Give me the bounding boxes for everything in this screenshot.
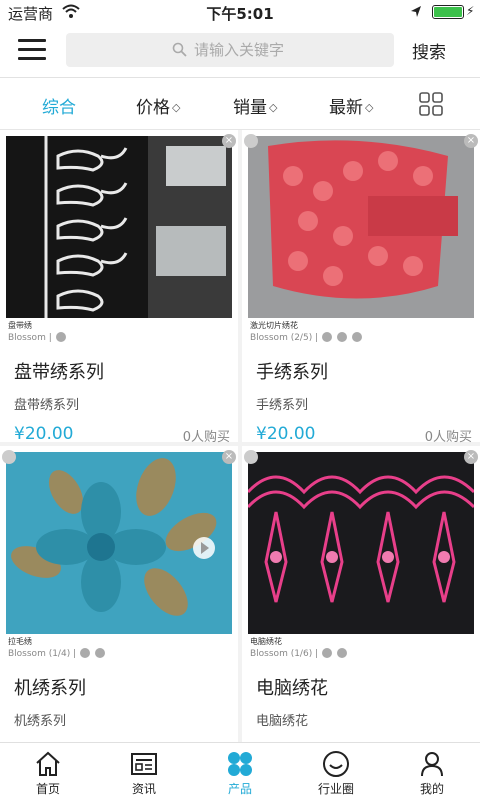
tab-industry[interactable]: 行业圈 bbox=[288, 743, 384, 801]
image-credit: Blossom | bbox=[8, 332, 67, 343]
sort-arrow-icon: ◇ bbox=[365, 101, 374, 114]
tab-products[interactable]: 产品 bbox=[192, 743, 288, 801]
clock: 下午5:01 bbox=[206, 5, 274, 23]
sold-count: 0人购买 bbox=[182, 430, 230, 445]
embroidery-photo bbox=[248, 136, 474, 318]
close-icon[interactable]: × bbox=[464, 134, 478, 148]
sort-label: 价格 bbox=[136, 98, 170, 118]
charging-icon: ⚡ bbox=[466, 4, 475, 18]
tab-label: 首页 bbox=[35, 782, 60, 796]
next-icon[interactable] bbox=[351, 332, 362, 342]
bottom-tab-bar: 首页 资讯 产品 行业圈 我的 bbox=[0, 742, 480, 800]
product-title: 机绣系列 bbox=[14, 678, 86, 699]
top-nav: 搜索 bbox=[0, 24, 480, 78]
tab-label: 行业圈 bbox=[317, 782, 354, 796]
search-button[interactable]: 搜索 bbox=[412, 38, 446, 63]
grid-view-icon[interactable] bbox=[419, 92, 443, 116]
product-subtitle: 手绣系列 bbox=[256, 398, 309, 413]
product-image: × 拉毛绣 Blossom (1/4) | bbox=[0, 446, 238, 668]
tab-label: 资讯 bbox=[131, 782, 156, 796]
sold-count: 0人购买 bbox=[424, 430, 472, 445]
sort-arrow-icon: ◇ bbox=[172, 101, 181, 114]
search-input[interactable] bbox=[194, 33, 384, 67]
embroidery-photo bbox=[6, 136, 232, 318]
sort-comprehensive[interactable]: 综合 bbox=[42, 93, 76, 118]
image-caption: 电脑绣花 bbox=[250, 637, 282, 646]
close-icon[interactable]: × bbox=[464, 450, 478, 464]
close-icon[interactable]: × bbox=[222, 134, 236, 148]
image-caption: 激光切片绣花 bbox=[250, 321, 298, 330]
play-icon[interactable] bbox=[2, 450, 16, 464]
product-title: 盘带绣系列 bbox=[14, 362, 104, 383]
product-subtitle: 盘带绣系列 bbox=[14, 398, 80, 413]
product-subtitle: 机绣系列 bbox=[14, 714, 67, 729]
product-image: × 盘带绣 Blossom | bbox=[0, 130, 238, 352]
image-caption: 拉毛绣 bbox=[8, 637, 32, 646]
next-icon[interactable] bbox=[94, 648, 105, 658]
sort-sales[interactable]: 销量 ◇ bbox=[233, 93, 277, 118]
location-arrow-icon bbox=[411, 6, 421, 17]
sort-bar: 综合 价格 ◇ 销量 ◇ 最新 ◇ bbox=[0, 78, 480, 130]
product-image: × 激光切片绣花 Blossom (2/5) | bbox=[242, 130, 480, 352]
info-icon bbox=[321, 332, 332, 342]
info-icon bbox=[55, 332, 66, 342]
product-card[interactable]: × 激光切片绣花 Blossom (2/5) | 手绣系列 手绣系列 ¥20.0… bbox=[242, 130, 480, 445]
product-price: ¥20.00 bbox=[14, 424, 74, 444]
industry-circle-icon bbox=[323, 751, 349, 777]
sort-label: 销量 bbox=[233, 98, 267, 118]
battery-icon bbox=[432, 5, 464, 19]
credit-text: Blossom (2/5) | bbox=[250, 333, 319, 343]
sort-arrow-icon: ◇ bbox=[269, 101, 278, 114]
product-subtitle: 电脑绣花 bbox=[256, 714, 309, 729]
embroidery-photo bbox=[6, 452, 232, 634]
embroidery-photo bbox=[248, 452, 474, 634]
play-icon[interactable] bbox=[244, 450, 258, 464]
credit-text: Blossom | bbox=[8, 333, 52, 343]
play-icon[interactable] bbox=[244, 134, 258, 148]
image-credit: Blossom (1/6) | bbox=[250, 648, 348, 659]
search-icon bbox=[172, 42, 187, 57]
tab-home[interactable]: 首页 bbox=[0, 743, 96, 801]
tab-news[interactable]: 资讯 bbox=[96, 743, 192, 801]
product-image: × 电脑绣花 Blossom (1/6) | bbox=[242, 446, 480, 668]
tab-profile[interactable]: 我的 bbox=[384, 743, 480, 801]
close-icon[interactable]: × bbox=[222, 450, 236, 464]
product-title: 电脑绣花 bbox=[256, 678, 328, 699]
image-caption: 盘带绣 bbox=[8, 321, 32, 330]
tab-label: 产品 bbox=[227, 782, 252, 796]
sort-newest[interactable]: 最新 ◇ bbox=[329, 93, 373, 118]
info-icon bbox=[321, 648, 332, 658]
product-grid: × 盘带绣 Blossom | 盘带绣系列 盘带绣系列 ¥20.00 0人购买 bbox=[0, 130, 480, 742]
home-icon bbox=[36, 751, 60, 776]
profile-icon bbox=[421, 752, 443, 777]
tab-label: 我的 bbox=[419, 782, 444, 796]
product-card[interactable]: × 盘带绣 Blossom | 盘带绣系列 盘带绣系列 ¥20.00 0人购买 bbox=[0, 130, 238, 445]
product-price: ¥20.00 bbox=[256, 424, 316, 444]
products-icon bbox=[228, 752, 252, 776]
image-credit: Blossom (1/4) | bbox=[8, 648, 106, 659]
product-card[interactable]: × 电脑绣花 Blossom (1/6) | 电脑绣花 电脑绣花 bbox=[242, 446, 480, 742]
search-bar[interactable] bbox=[66, 33, 394, 67]
news-icon bbox=[131, 753, 157, 775]
image-credit: Blossom (2/5) | bbox=[250, 332, 363, 343]
next-icon[interactable] bbox=[336, 648, 347, 658]
menu-icon[interactable] bbox=[18, 39, 46, 61]
prev-icon[interactable] bbox=[336, 332, 347, 342]
sort-label: 综合 bbox=[42, 98, 76, 118]
sort-price[interactable]: 价格 ◇ bbox=[136, 93, 180, 118]
product-title: 手绣系列 bbox=[256, 362, 328, 383]
sort-label: 最新 bbox=[329, 98, 363, 118]
info-icon bbox=[79, 648, 90, 658]
product-card[interactable]: × 拉毛绣 Blossom (1/4) | 机绣系列 机绣系列 bbox=[0, 446, 238, 742]
credit-text: Blossom (1/4) | bbox=[8, 649, 77, 659]
credit-text: Blossom (1/6) | bbox=[250, 649, 319, 659]
status-bar: 运营商 下午5:01 ⚡ bbox=[0, 0, 480, 24]
